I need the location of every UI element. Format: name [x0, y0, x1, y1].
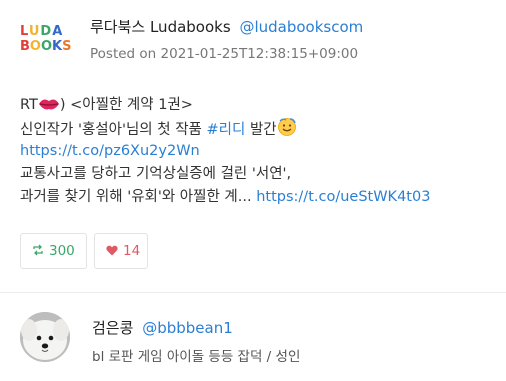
user2-name-line: 검은콩 @bbbbean1 — [92, 317, 233, 338]
logo-row-1: LUDA — [20, 24, 64, 39]
like-button[interactable]: 14 — [94, 233, 148, 269]
tweet-line-5-text: 과거를 찾기 위해 '유회'와 아찔한 계... — [20, 189, 257, 205]
tweet-line-4: 교통사고를 당하고 기억상실증에 걸린 '서연', — [20, 166, 292, 182]
tweet-line-5: 과거를 찾기 위해 '유회'와 아찔한 계... https://t.co/ue… — [20, 186, 490, 209]
retweet-count: 300 — [49, 243, 75, 259]
tweet-line-2: 신인작가 '홍설아'님의 첫 작품 #리디 발간 — [20, 117, 490, 140]
user2-avatar[interactable] — [20, 312, 70, 362]
like-count: 14 — [123, 243, 141, 259]
twitter-feed-page: LUDA BOOKS 루다북스 Ludabooks @ludabookscom … — [0, 0, 506, 381]
user2-display-name: 검은콩 — [92, 319, 134, 337]
user2-handle-link[interactable]: @bbbbean1 — [142, 319, 233, 337]
tweet-header: LUDA BOOKS 루다북스 Ludabooks @ludabookscom … — [18, 12, 488, 68]
retweet-button[interactable]: 300 — [20, 233, 87, 269]
ludabooks-logo-avatar[interactable]: LUDA BOOKS — [20, 24, 72, 64]
tweet-line-3: https://t.co/pz6Xu2y2Wn — [20, 140, 490, 163]
tweet-link-1[interactable]: https://t.co/pz6Xu2y2Wn — [20, 143, 200, 159]
tweet-body: RT ) <아찔한 계약 1권> 신인작가 '홍설아'님의 첫 작품 #리디 발간… — [20, 94, 490, 209]
logo-row-2: BOOKS — [20, 39, 72, 54]
author-display-name: 루다북스 Ludabooks — [90, 18, 231, 36]
heart-icon — [106, 235, 118, 269]
hashtag-link[interactable]: #리디 — [207, 122, 246, 138]
smiling-face-emoji-icon — [277, 117, 297, 145]
author-name-line: 루다북스 Ludabooks @ludabookscom — [90, 16, 363, 37]
author-handle-link[interactable]: @ludabookscom — [239, 18, 363, 36]
author-intro-text: 신인작가 '홍설아'님의 첫 작품 — [20, 122, 207, 138]
retweet-icon — [32, 235, 44, 269]
publish-text: 발간 — [245, 122, 277, 138]
user2-bio: bl 로판 게임 아이돌 등등 잡덕 / 성인 — [92, 349, 301, 365]
posted-timestamp: Posted on 2021-01-25T12:38:15+09:00 — [90, 46, 359, 62]
rt-prefix: RT — [20, 97, 38, 113]
tweet-line-1: RT ) <아찔한 계약 1권> — [20, 94, 490, 117]
tweet-link-2[interactable]: https://t.co/ueStWK4t03 — [256, 189, 430, 205]
book-title-text: ) <아찔한 계약 1권> — [59, 97, 193, 113]
feed-divider — [0, 292, 506, 293]
